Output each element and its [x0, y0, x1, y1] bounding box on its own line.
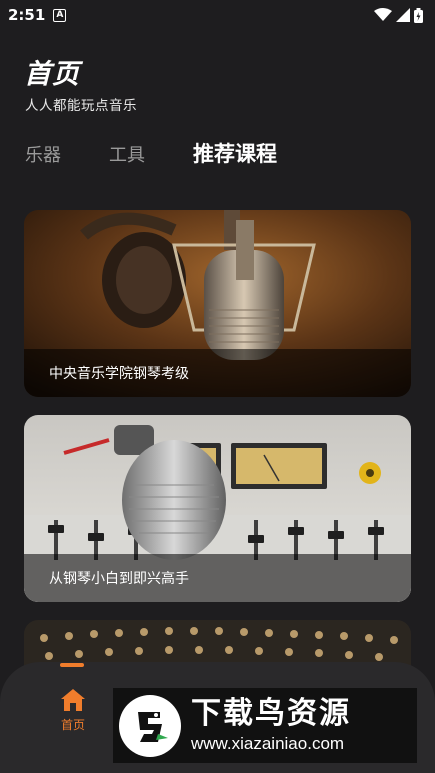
course-title: 从钢琴小白到即兴高手 [24, 554, 411, 602]
course-card[interactable]: 从钢琴小白到即兴高手 [24, 415, 411, 602]
wifi-icon [374, 8, 392, 21]
watermark: 下载鸟资源 www.xiazainiao.com [113, 688, 417, 763]
category-tabs: 乐器 工具 推荐课程 [25, 138, 277, 168]
battery-icon [414, 7, 423, 23]
page-title: 首页 [24, 59, 80, 90]
tab-recommended-courses[interactable]: 推荐课程 [193, 138, 277, 168]
course-title: 中央音乐学院钢琴考级 [24, 349, 411, 397]
bird-logo-icon [119, 694, 181, 757]
course-card[interactable]: 中央音乐学院钢琴考级 [24, 210, 411, 397]
nav-home-label: 首页 [60, 718, 85, 732]
home-icon [61, 689, 85, 711]
active-tab-indicator [60, 663, 84, 667]
watermark-url: www.xiazainiao.com [191, 733, 345, 753]
page-subtitle: 人人都能玩点音乐 [25, 98, 137, 114]
status-bar: 2:51 A [0, 0, 435, 30]
status-time: 2:51 [8, 6, 46, 24]
tab-tools[interactable]: 工具 [109, 141, 145, 167]
tab-instruments[interactable]: 乐器 [25, 141, 61, 167]
watermark-title: 下载鸟资源 [191, 695, 351, 731]
watermark-text: 下载鸟资源 www.xiazainiao.com [191, 696, 351, 756]
nav-item-home[interactable]: 首页 [52, 688, 94, 733]
signal-icon [396, 8, 410, 22]
notification-a-icon: A [53, 8, 67, 22]
status-icons [374, 7, 423, 23]
